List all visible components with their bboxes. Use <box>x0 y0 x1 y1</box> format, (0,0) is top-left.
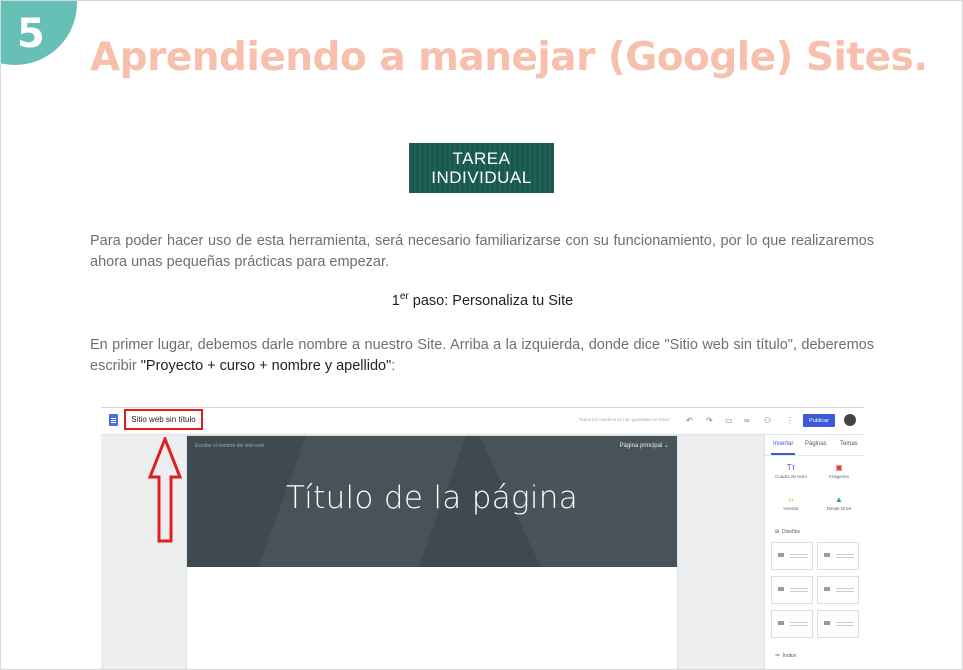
red-up-arrow-icon <box>148 437 182 543</box>
sites-toolbar: Sitio web sin título Todos los cambios s… <box>101 408 864 435</box>
instruction-part1: En primer lugar, debemos darle nombre a … <box>90 337 665 353</box>
layout-option[interactable] <box>817 610 859 638</box>
embed-icon: ‹› <box>788 495 794 504</box>
instruction-quote2: "Proyecto + curso + nombre y apellido" <box>140 358 392 374</box>
instruction-paragraph: En primer lugar, debemos darle nombre a … <box>90 335 874 377</box>
insert-from-drive[interactable]: ▲ Desde Drive <box>819 495 859 511</box>
site-title-field[interactable]: Sitio web sin título <box>124 409 203 430</box>
layout-option[interactable] <box>771 576 813 604</box>
step-badge: 5 <box>1 1 77 65</box>
page-title-text[interactable]: Título de la página <box>187 480 677 516</box>
insert-item-label: Desde Drive <box>826 506 852 511</box>
tab-insertar[interactable]: Insertar <box>773 441 793 447</box>
google-sites-screenshot: Sitio web sin título Todos los cambios s… <box>101 407 864 669</box>
task-type-banner: TAREA INDIVIDUAL <box>409 143 554 193</box>
site-name-placeholder[interactable]: Escribe el nombre del sitio web <box>195 443 264 449</box>
layouts-section-label: ⊞ Diseños <box>775 529 801 535</box>
undo-icon[interactable]: ↶ <box>686 416 693 426</box>
instruction-part3: : <box>391 358 396 374</box>
layout-option[interactable] <box>817 576 859 604</box>
insert-embed[interactable]: ‹› Insertar <box>771 495 811 511</box>
drive-icon: ▲ <box>835 495 843 504</box>
step-ordinal: 1 <box>391 293 400 309</box>
active-tab-indicator <box>771 453 795 455</box>
image-icon: ▣ <box>835 463 843 472</box>
insert-panel: Insertar Páginas Temas Tт Cuadro de text… <box>764 435 864 669</box>
step-heading: 1er paso: Personaliza tu Site <box>1 291 962 309</box>
preview-icon[interactable]: ▭ <box>725 416 733 426</box>
page-nav[interactable]: Página principal ⌄ <box>620 442 669 449</box>
layout-option[interactable] <box>771 610 813 638</box>
task-label-line2: INDIVIDUAL <box>431 168 532 187</box>
instruction-quote1: "Sitio web sin título" <box>664 337 793 353</box>
intro-paragraph: Para poder hacer uso de esta herramienta… <box>90 233 874 270</box>
panel-tabs: Insertar Páginas Temas <box>765 435 864 456</box>
layout-option[interactable] <box>817 542 859 570</box>
redo-icon[interactable]: ↷ <box>706 416 713 426</box>
insert-text-box[interactable]: Tт Cuadro de texto <box>771 463 811 479</box>
layouts-label: Diseños <box>781 529 801 535</box>
page-title: Aprendiendo a manejar (Google) Sites. <box>90 35 928 80</box>
text-box-icon: Tт <box>786 463 796 472</box>
layout-option[interactable] <box>771 542 813 570</box>
share-icon[interactable]: ⚇ <box>764 416 771 426</box>
step-ordinal-suffix: er <box>399 291 409 303</box>
avatar[interactable] <box>844 414 856 426</box>
hero-banner: Escribe el nombre del sitio web Página p… <box>187 436 677 567</box>
insert-item-label: Insertar <box>783 506 799 511</box>
sites-doc-icon <box>109 414 118 426</box>
index-section-label[interactable]: ≔ Índice <box>775 653 796 659</box>
tab-temas[interactable]: Temas <box>840 441 858 447</box>
insert-item-label: Cuadro de texto <box>774 474 808 479</box>
step-number: 5 <box>17 11 45 57</box>
document-page: 5 Aprendiendo a manejar (Google) Sites. … <box>0 0 963 670</box>
tab-paginas[interactable]: Páginas <box>805 441 827 447</box>
link-icon[interactable]: ∞ <box>744 416 750 426</box>
insert-images[interactable]: ▣ Imágenes <box>819 463 859 479</box>
saved-status: Todos los cambios se han guardado en Dri… <box>579 417 670 422</box>
insert-item-label: Imágenes <box>829 474 849 479</box>
step-heading-text: paso: Personaliza tu Site <box>408 293 574 309</box>
publish-button[interactable]: Publicar <box>803 414 835 427</box>
index-label: Índice <box>782 653 797 659</box>
more-icon[interactable]: ⋮ <box>786 416 794 426</box>
task-label-line1: TAREA <box>452 149 511 168</box>
site-canvas: Escribe el nombre del sitio web Página p… <box>187 436 677 669</box>
